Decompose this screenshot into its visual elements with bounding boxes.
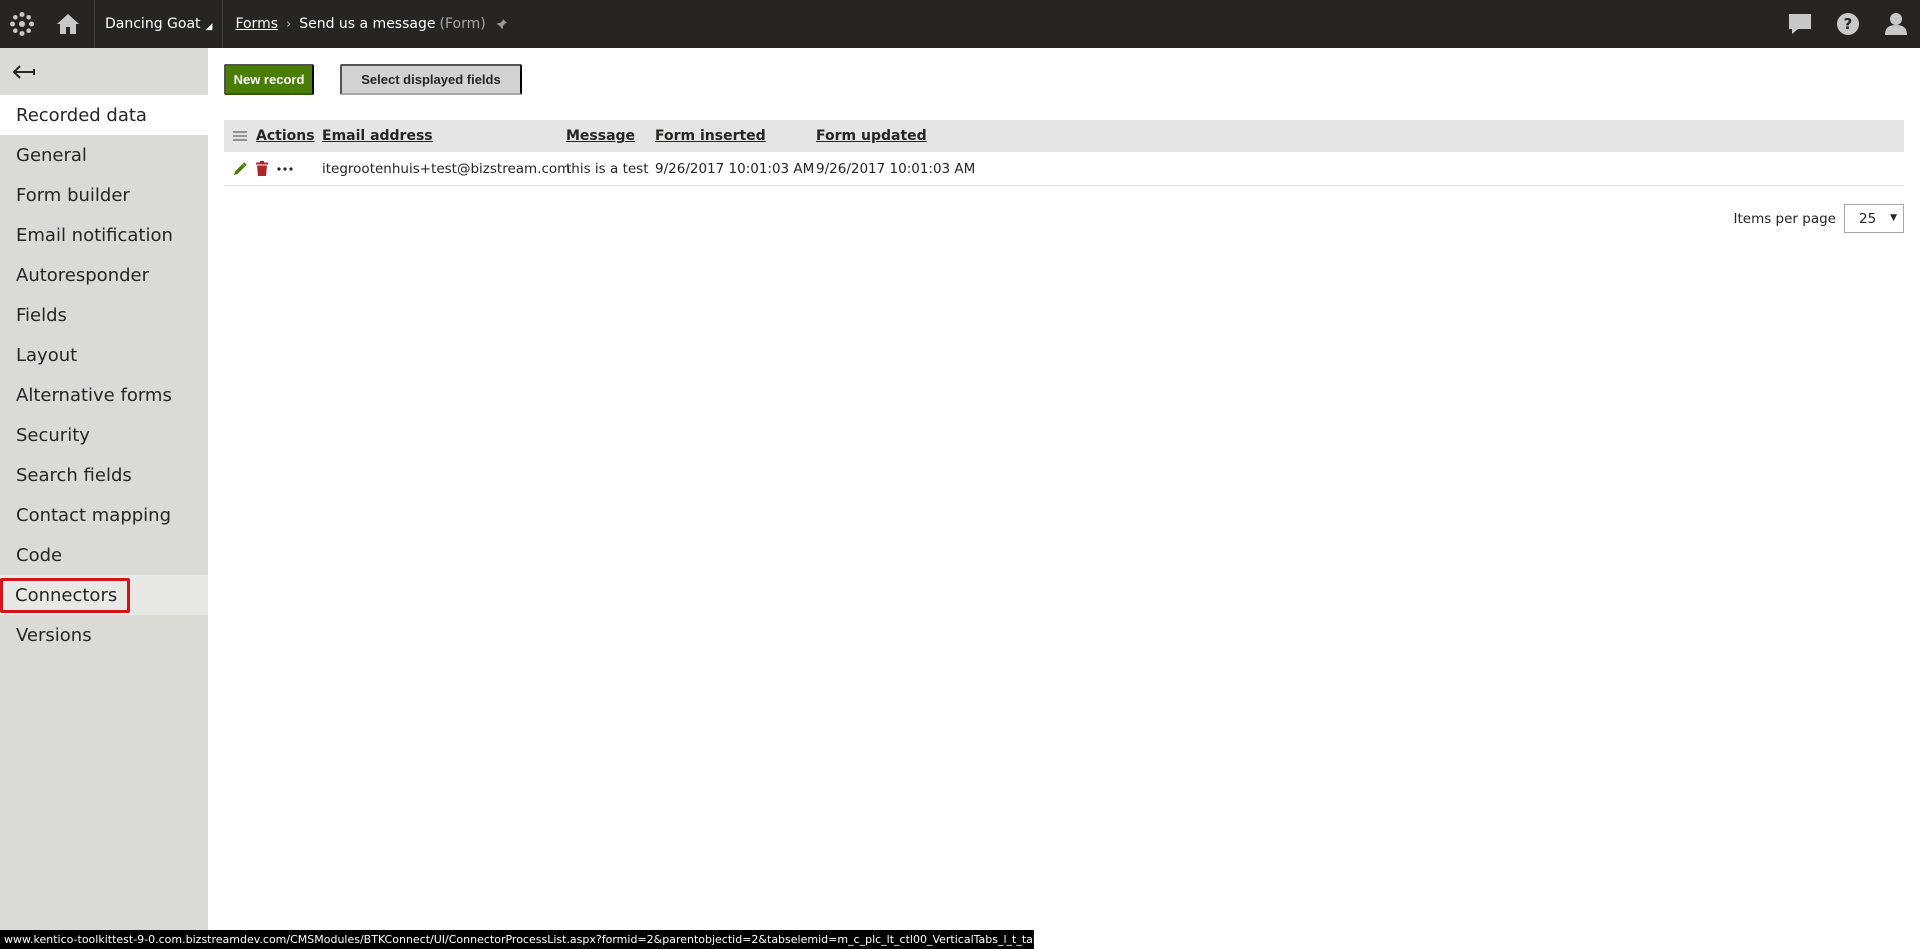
sidebar-item-code[interactable]: Code bbox=[0, 535, 208, 575]
site-selector-label: Dancing Goat bbox=[105, 16, 201, 32]
caret-down-icon: ◢ bbox=[205, 22, 213, 32]
cell-email: itegrootenhuis+test@bizstream.com bbox=[322, 160, 571, 177]
sidebar-item-label: General bbox=[16, 144, 87, 166]
items-per-page-value: 25 bbox=[1859, 210, 1877, 227]
sidebar-item-label: Form builder bbox=[16, 184, 130, 206]
sidebar-item-label: Versions bbox=[16, 624, 92, 646]
vertical-tabs-sidebar: Recorded data General Form builder Email… bbox=[0, 48, 208, 949]
items-per-page-label: Items per page bbox=[1733, 210, 1837, 227]
recorded-data-grid: Actions Email address Message Form inser… bbox=[224, 120, 1904, 186]
edit-icon[interactable] bbox=[224, 161, 256, 176]
sidebar-item-email-notification[interactable]: Email notification bbox=[0, 215, 208, 255]
kentico-logo-icon[interactable] bbox=[0, 0, 44, 48]
sidebar-item-label: Fields bbox=[16, 304, 67, 326]
sidebar-item-alternative-forms[interactable]: Alternative forms bbox=[0, 375, 208, 415]
pin-icon[interactable] bbox=[496, 18, 508, 30]
breadcrumb-forms-link[interactable]: Forms bbox=[235, 16, 278, 32]
column-header-message[interactable]: Message bbox=[566, 128, 635, 144]
breadcrumb: Forms › Send us a message (Form) bbox=[235, 16, 507, 32]
sidebar-item-label: Contact mapping bbox=[16, 504, 172, 526]
sidebar-item-autoresponder[interactable]: Autoresponder bbox=[0, 255, 208, 295]
sidebar-item-layout[interactable]: Layout bbox=[0, 335, 208, 375]
sidebar-item-contact-mapping[interactable]: Contact mapping bbox=[0, 495, 208, 535]
sidebar-item-form-builder[interactable]: Form builder bbox=[0, 175, 208, 215]
sidebar-item-label: Search fields bbox=[16, 464, 132, 486]
sidebar-item-connectors[interactable]: Connectors bbox=[0, 575, 208, 615]
breadcrumb-current: Send us a message bbox=[299, 16, 436, 32]
sidebar-item-security[interactable]: Security bbox=[0, 415, 208, 455]
sidebar-item-recorded-data[interactable]: Recorded data bbox=[0, 95, 208, 135]
items-per-page-select[interactable]: 25 ▼ bbox=[1844, 204, 1904, 233]
arrow-left-icon bbox=[13, 64, 35, 79]
column-header-actions[interactable]: Actions bbox=[256, 128, 315, 144]
new-record-button[interactable]: New record bbox=[224, 64, 314, 95]
sidebar-item-versions[interactable]: Versions bbox=[0, 615, 208, 655]
chat-icon[interactable] bbox=[1776, 0, 1824, 48]
chevron-right-icon: › bbox=[286, 16, 292, 32]
column-header-email[interactable]: Email address bbox=[322, 128, 433, 144]
main-content: New record Select displayed fields Actio… bbox=[208, 48, 1920, 949]
sidebar-item-label: Recorded data bbox=[16, 104, 147, 126]
delete-icon[interactable] bbox=[256, 161, 268, 176]
cell-form-inserted: 9/26/2017 10:01:03 AM bbox=[655, 160, 815, 177]
sidebar-item-fields[interactable]: Fields bbox=[0, 295, 208, 335]
header-right-tools: ? bbox=[1776, 0, 1920, 48]
cell-form-updated: 9/26/2017 10:01:03 AM bbox=[816, 160, 976, 177]
column-header-form-inserted[interactable]: Form inserted bbox=[655, 128, 766, 144]
top-header: Dancing Goat ◢ Forms › Send us a message… bbox=[0, 0, 1920, 48]
pager: Items per page 25 ▼ bbox=[1733, 204, 1904, 233]
grid-header: Actions Email address Message Form inser… bbox=[224, 120, 1904, 152]
user-icon[interactable] bbox=[1872, 0, 1920, 48]
more-actions-icon[interactable] bbox=[277, 166, 293, 171]
sidebar-item-label: Layout bbox=[16, 344, 78, 366]
site-selector[interactable]: Dancing Goat ◢ bbox=[94, 0, 224, 48]
home-icon[interactable] bbox=[44, 0, 92, 48]
sidebar-item-label: Email notification bbox=[16, 224, 173, 246]
sidebar-item-label: Security bbox=[16, 424, 90, 446]
sidebar-item-label: Autoresponder bbox=[16, 264, 149, 286]
select-displayed-fields-button[interactable]: Select displayed fields bbox=[340, 64, 522, 95]
help-icon[interactable]: ? bbox=[1824, 0, 1872, 48]
column-header-form-updated[interactable]: Form updated bbox=[816, 128, 927, 144]
svg-text:?: ? bbox=[1844, 15, 1853, 33]
back-button[interactable] bbox=[0, 48, 208, 95]
table-row: itegrootenhuis+test@bizstream.com this i… bbox=[224, 152, 1904, 186]
cell-message: this is a test bbox=[566, 160, 649, 177]
column-menu-icon[interactable] bbox=[224, 131, 256, 141]
caret-down-icon: ▼ bbox=[1890, 213, 1897, 223]
sidebar-item-general[interactable]: General bbox=[0, 135, 208, 175]
sidebar-item-search-fields[interactable]: Search fields bbox=[0, 455, 208, 495]
sidebar-item-label: Connectors bbox=[0, 577, 131, 613]
sidebar-item-label: Alternative forms bbox=[16, 384, 172, 406]
breadcrumb-type: (Form) bbox=[439, 16, 486, 32]
sidebar-item-label: Code bbox=[16, 544, 63, 566]
browser-status-bar: www.kentico-toolkittest-9-0.com.bizstrea… bbox=[0, 930, 1034, 949]
